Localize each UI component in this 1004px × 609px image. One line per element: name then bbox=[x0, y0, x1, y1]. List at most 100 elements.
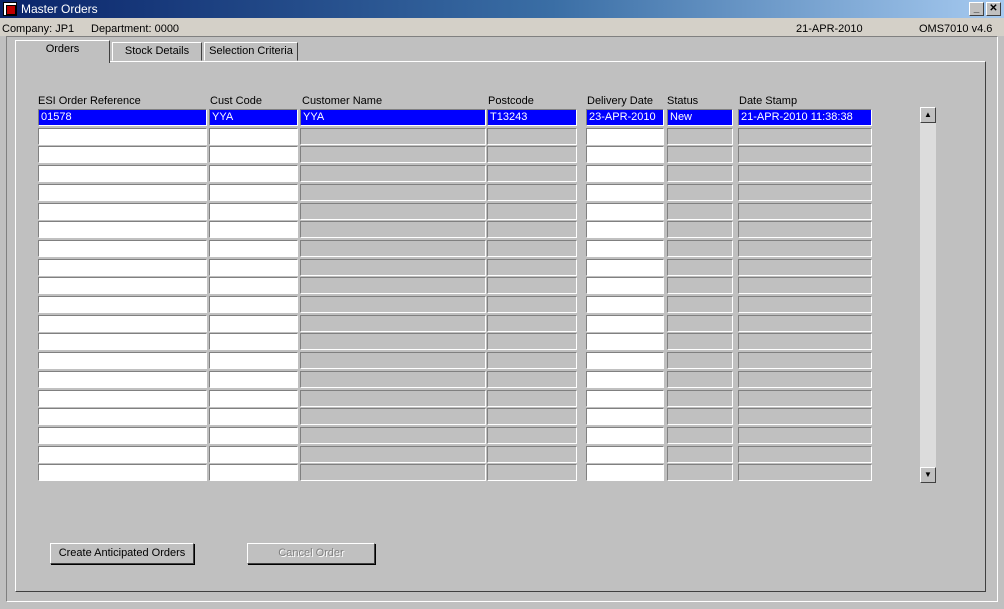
customer-name-cell bbox=[300, 426, 486, 444]
create-anticipated-orders-button[interactable]: Create Anticipated Orders bbox=[50, 543, 194, 564]
postcode-cell bbox=[487, 202, 577, 220]
delivery-date-cell[interactable] bbox=[586, 370, 664, 388]
delivery-date-cell[interactable] bbox=[586, 258, 664, 276]
order-ref-cell[interactable] bbox=[38, 277, 207, 295]
customer-name-cell bbox=[300, 296, 486, 313]
delivery-date-cell[interactable] bbox=[586, 464, 664, 482]
cust-code-cell[interactable] bbox=[209, 445, 298, 463]
order-ref-cell[interactable] bbox=[38, 389, 207, 407]
delivery-date-cell[interactable] bbox=[586, 389, 664, 407]
cust-code-cell[interactable] bbox=[209, 464, 298, 482]
cust-code-cell[interactable] bbox=[209, 389, 298, 407]
tab-orders[interactable]: Orders bbox=[15, 40, 110, 63]
order-ref-cell[interactable] bbox=[38, 296, 207, 313]
column-header-order-ref: ESI Order Reference bbox=[38, 95, 141, 107]
delivery-date-cell[interactable] bbox=[586, 277, 664, 295]
order-ref-cell[interactable]: 01578 bbox=[38, 109, 207, 126]
date-stamp-cell bbox=[738, 146, 872, 164]
order-ref-cell[interactable] bbox=[38, 333, 207, 351]
order-ref-cell[interactable] bbox=[38, 464, 207, 482]
order-ref-cell[interactable] bbox=[38, 408, 207, 426]
delivery-date-cell[interactable] bbox=[586, 445, 664, 463]
status-cell bbox=[667, 258, 733, 276]
delivery-date-cell[interactable] bbox=[586, 426, 664, 444]
delivery-date-cell[interactable] bbox=[586, 202, 664, 220]
date-stamp-cell bbox=[738, 202, 872, 220]
order-ref-cell[interactable] bbox=[38, 352, 207, 370]
status-cell bbox=[667, 239, 733, 257]
window-title: Master Orders bbox=[21, 2, 98, 16]
vertical-scrollbar[interactable]: ▲ ▼ bbox=[920, 107, 936, 483]
delivery-date-cell[interactable] bbox=[586, 221, 664, 239]
delivery-date-cell[interactable] bbox=[586, 239, 664, 257]
delivery-date-cell[interactable] bbox=[586, 333, 664, 351]
order-ref-cell[interactable] bbox=[38, 314, 207, 332]
order-ref-cell[interactable] bbox=[38, 426, 207, 444]
cust-code-cell[interactable] bbox=[209, 370, 298, 388]
cust-code-cell[interactable]: YYA bbox=[209, 109, 298, 126]
date-stamp-cell: 21-APR-2010 11:38:38 bbox=[738, 109, 872, 126]
order-ref-cell[interactable] bbox=[38, 370, 207, 388]
cust-code-cell[interactable] bbox=[209, 127, 298, 145]
date-stamp-cell bbox=[738, 464, 872, 482]
delivery-date-cell[interactable] bbox=[586, 314, 664, 332]
delivery-date-cell[interactable] bbox=[586, 296, 664, 313]
cust-code-cell[interactable] bbox=[209, 314, 298, 332]
date-stamp-cell bbox=[738, 165, 872, 183]
order-ref-cell[interactable] bbox=[38, 239, 207, 257]
customer-name-cell bbox=[300, 202, 486, 220]
order-ref-cell[interactable] bbox=[38, 146, 207, 164]
cust-code-cell[interactable] bbox=[209, 239, 298, 257]
cust-code-cell[interactable] bbox=[209, 146, 298, 164]
delivery-date-cell[interactable] bbox=[586, 408, 664, 426]
status-cell: New bbox=[667, 109, 733, 126]
date-stamp-cell bbox=[738, 314, 872, 332]
order-ref-cell[interactable] bbox=[38, 127, 207, 145]
column-header-cust-code: Cust Code bbox=[210, 95, 262, 107]
order-ref-cell[interactable] bbox=[38, 445, 207, 463]
delivery-date-cell[interactable] bbox=[586, 165, 664, 183]
cust-code-cell[interactable] bbox=[209, 352, 298, 370]
cust-code-cell[interactable] bbox=[209, 183, 298, 201]
tab-stock-details[interactable]: Stock Details bbox=[112, 42, 202, 61]
cancel-order-button[interactable]: Cancel Order bbox=[247, 543, 375, 564]
customer-name-cell bbox=[300, 258, 486, 276]
postcode-cell bbox=[487, 221, 577, 239]
order-ref-cell[interactable] bbox=[38, 183, 207, 201]
scroll-down-icon[interactable]: ▼ bbox=[920, 467, 936, 483]
order-ref-cell[interactable] bbox=[38, 221, 207, 239]
delivery-date-cell[interactable] bbox=[586, 183, 664, 201]
minimize-button[interactable]: _ bbox=[969, 2, 984, 16]
cust-code-cell[interactable] bbox=[209, 296, 298, 313]
department-label: Department: 0000 bbox=[91, 23, 180, 35]
delivery-date-cell[interactable]: 23-APR-2010 bbox=[586, 109, 664, 126]
date-stamp-cell bbox=[738, 239, 872, 257]
postcode-cell: T13243 bbox=[487, 109, 577, 126]
status-cell bbox=[667, 464, 733, 482]
delivery-date-cell[interactable] bbox=[586, 127, 664, 145]
postcode-cell bbox=[487, 352, 577, 370]
delivery-date-cell[interactable] bbox=[586, 352, 664, 370]
cust-code-cell[interactable] bbox=[209, 202, 298, 220]
status-cell bbox=[667, 183, 733, 201]
order-ref-cell[interactable] bbox=[38, 165, 207, 183]
cust-code-cell[interactable] bbox=[209, 165, 298, 183]
cust-code-cell[interactable] bbox=[209, 408, 298, 426]
date-stamp-cell bbox=[738, 127, 872, 145]
delivery-date-cell[interactable] bbox=[586, 146, 664, 164]
order-ref-cell[interactable] bbox=[38, 202, 207, 220]
order-ref-cell[interactable] bbox=[38, 258, 207, 276]
cust-code-cell[interactable] bbox=[209, 258, 298, 276]
create-anticipated-orders-label: Create Anticipated Orders bbox=[58, 547, 186, 559]
cust-code-cell[interactable] bbox=[209, 221, 298, 239]
date-stamp-cell bbox=[738, 296, 872, 313]
scroll-up-icon[interactable]: ▲ bbox=[920, 107, 936, 123]
postcode-cell bbox=[487, 296, 577, 313]
close-button[interactable]: ✕ bbox=[986, 2, 1001, 16]
postcode-cell bbox=[487, 183, 577, 201]
cust-code-cell[interactable] bbox=[209, 333, 298, 351]
company-label: Company: JP1 bbox=[2, 23, 75, 35]
cust-code-cell[interactable] bbox=[209, 426, 298, 444]
cust-code-cell[interactable] bbox=[209, 277, 298, 295]
tab-selection-criteria[interactable]: Selection Criteria bbox=[204, 42, 298, 61]
